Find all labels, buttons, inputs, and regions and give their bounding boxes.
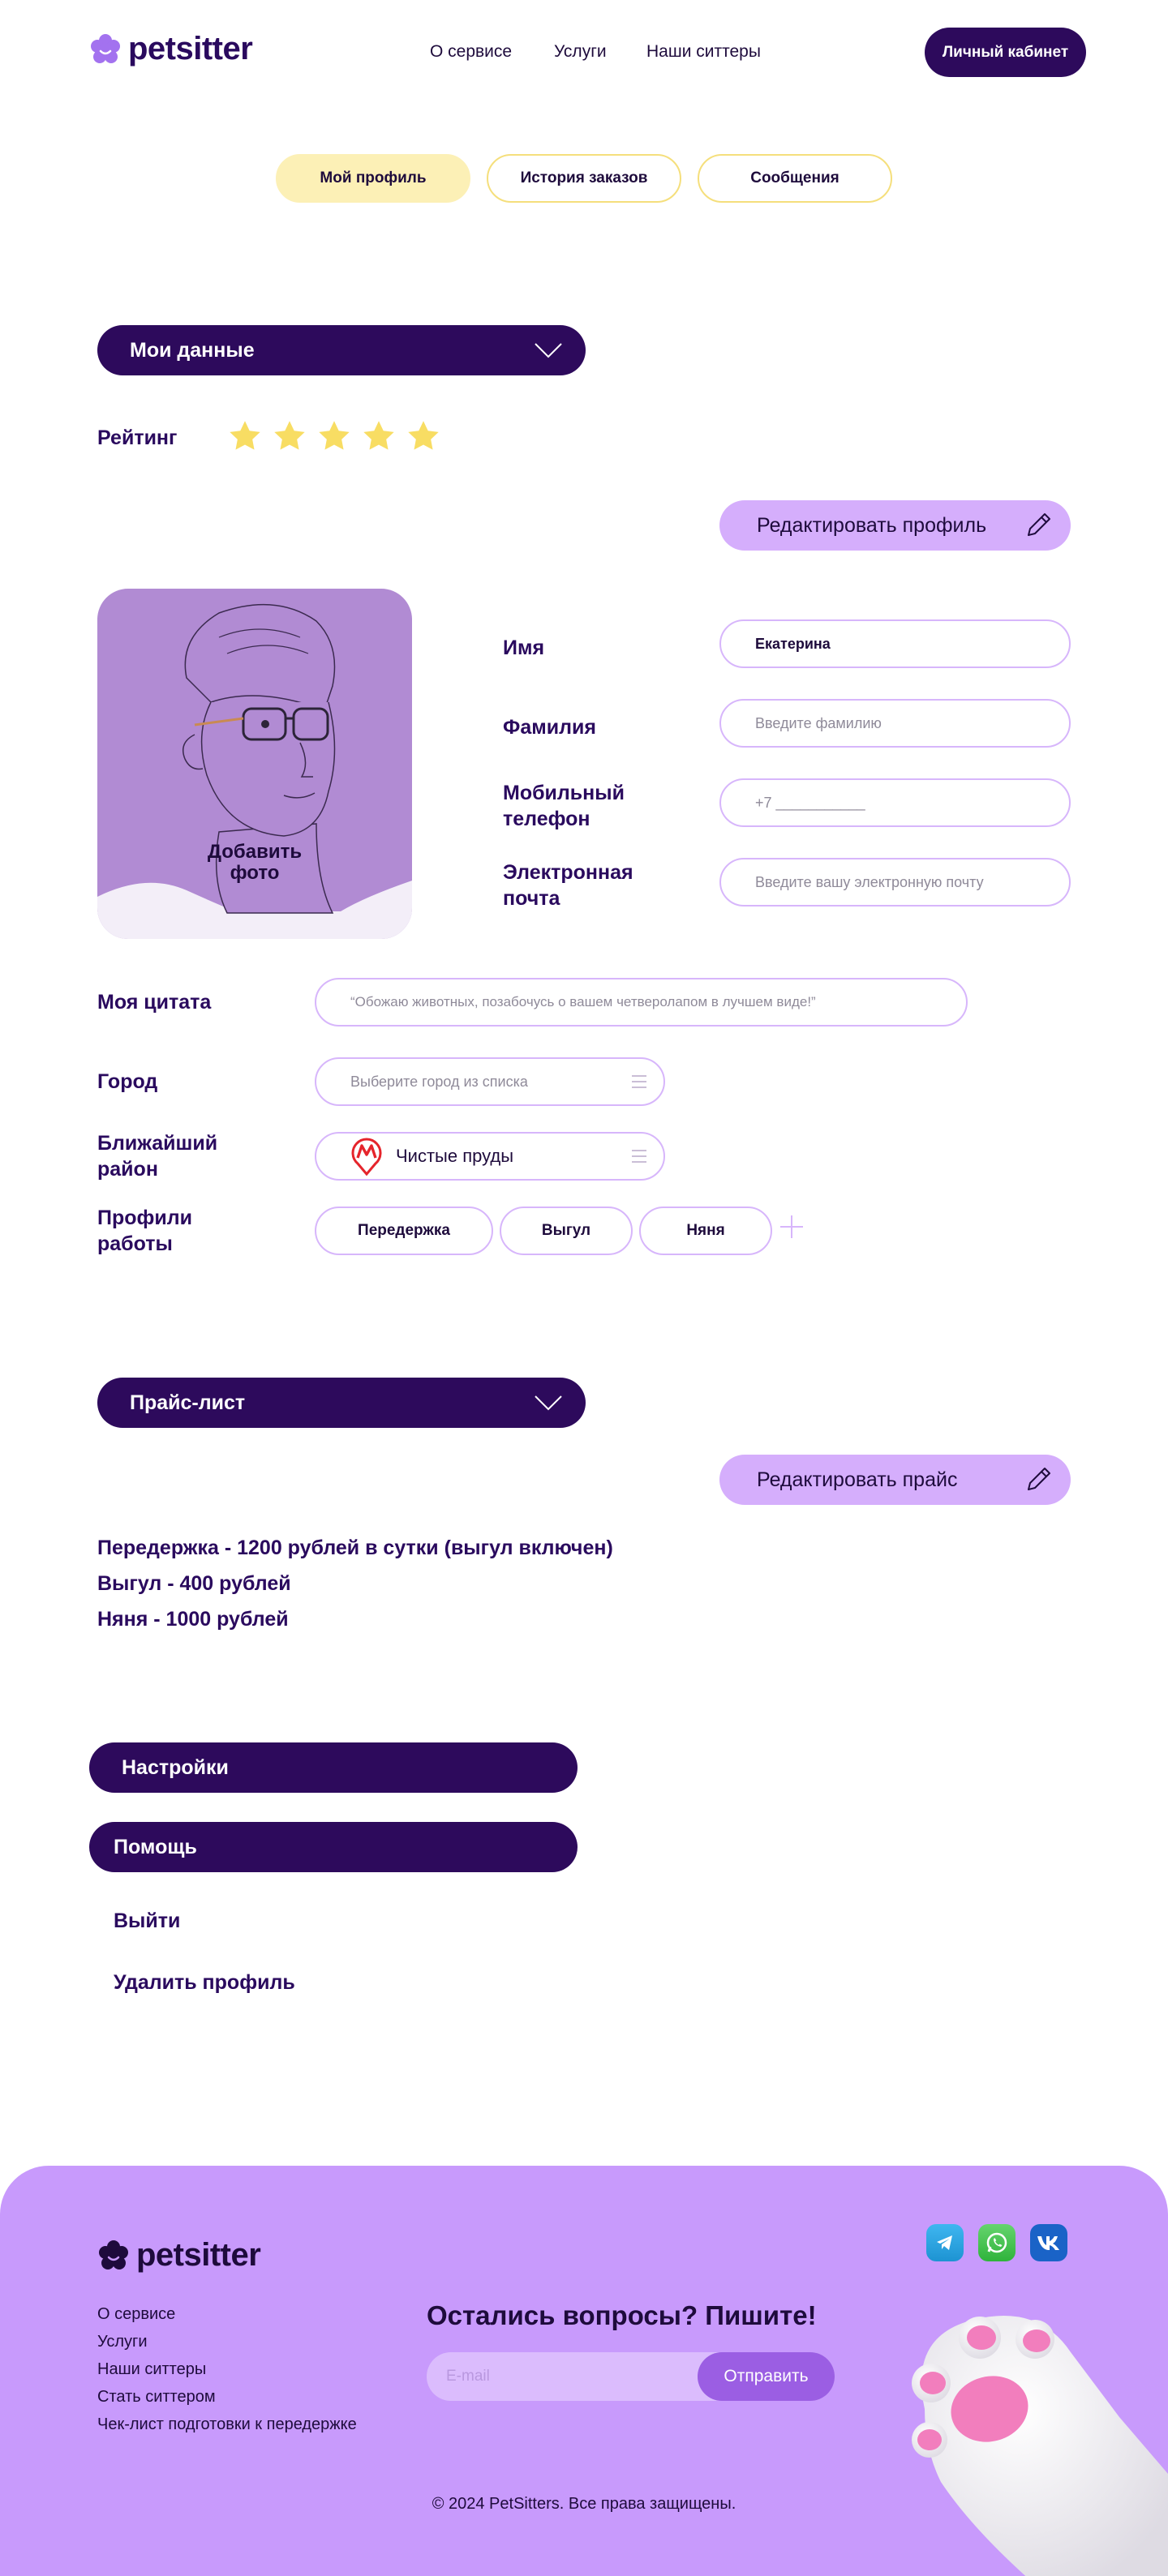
telegram-icon[interactable] [926,2224,964,2261]
avatar-photo[interactable]: Добавить фото [97,589,412,939]
footer-cta-title: Остались вопросы? Пишите! [427,2300,817,2330]
work-profile-boarding[interactable]: Передержка [315,1207,493,1255]
footer: petsitter О сервисе Услуги Наши ситтеры … [0,2166,1168,2576]
first-name-label: Имя [503,636,545,659]
quote-label: Моя цитата [97,991,212,1014]
work-profile-walking[interactable]: Выгул [500,1207,633,1255]
last-name-label: Фамилия [503,716,596,739]
footer-logo-text: petsitter [136,2237,261,2273]
pencil-icon [1028,513,1050,536]
tab-my-profile[interactable]: Мой профиль [276,154,470,203]
rating-label: Рейтинг [97,426,178,449]
price-item-walking: Выгул - 400 рублей [97,1572,291,1595]
edit-price-button[interactable]: Редактировать прайс [719,1455,1071,1505]
footer-logo[interactable]: petsitter [97,2237,261,2274]
pencil-icon [1028,1468,1050,1490]
city-label: Город [97,1070,158,1093]
last-name-field[interactable]: Введите фамилию [719,699,1071,748]
nav-about[interactable]: О сервисе [430,42,512,62]
whatsapp-icon[interactable] [978,2224,1016,2261]
tab-messages[interactable]: Сообщения [698,154,892,203]
edit-price-label: Редактировать прайс [757,1468,958,1491]
email-field[interactable]: Введите вашу электронную почту [719,858,1071,907]
district-select[interactable]: Чистые пруды [315,1132,665,1181]
city-select[interactable]: Выберите город из списка [315,1057,665,1106]
logo-flower-icon [99,2240,128,2270]
price-item-nanny: Няня - 1000 рублей [97,1608,289,1631]
logo-text: petsitter [128,31,253,66]
phone-field[interactable]: +7 ___________ [719,778,1071,827]
work-profile-nanny[interactable]: Няня [639,1207,772,1255]
paw-illustration [912,2316,1168,2576]
vk-icon[interactable] [1030,2224,1067,2261]
work-profiles-label: Профили работы [97,1207,193,1255]
edit-profile-label: Редактировать профиль [757,513,987,537]
star-icon [319,421,350,450]
footer-send-button[interactable]: Отправить [698,2352,835,2401]
footer-link-about[interactable]: О сервисе [97,2305,175,2324]
star-icon [274,421,305,450]
email-label: Электронная почта [503,861,633,910]
chevron-down-icon [535,343,562,358]
header-logo[interactable]: petsitter [89,31,253,67]
first-name-field[interactable]: Екатерина [719,619,1071,668]
price-list-section-header[interactable]: Прайс-лист [97,1378,586,1428]
tab-order-history[interactable]: История заказов [487,154,681,203]
city-placeholder: Выберите город из списка [350,1073,528,1090]
rating-stars [227,418,441,454]
price-list-title: Прайс-лист [130,1391,246,1414]
add-photo-label[interactable]: Добавить фото [97,842,412,884]
avatar-illustration [97,603,412,939]
footer-link-checklist[interactable]: Чек-лист подготовки к передержке [97,2415,357,2434]
edit-profile-button[interactable]: Редактировать профиль [719,500,1071,551]
star-icon [230,421,260,450]
metro-icon [351,1138,382,1176]
footer-copyright: © 2024 PetSitters. Все права защищены. [432,2495,736,2513]
district-label: Ближайший район [97,1132,218,1181]
add-profile-plus-icon[interactable] [779,1214,805,1240]
email-placeholder: E-mail [446,2368,490,2385]
my-data-title: Мои данные [130,338,255,362]
help-section-header[interactable]: Помощь [89,1822,578,1872]
menu-lines-icon [632,1150,646,1163]
menu-lines-icon [632,1075,646,1088]
delete-profile-link[interactable]: Удалить профиль [114,1971,295,1995]
star-icon [363,421,394,450]
settings-section-header[interactable]: Настройки [89,1742,578,1793]
phone-label: Мобильный телефон [503,782,625,830]
district-value: Чистые пруды [396,1146,514,1166]
cabinet-button[interactable]: Личный кабинет [925,28,1086,77]
quote-field[interactable]: “Обожаю животных, позабочусь о вашем чет… [315,978,968,1027]
star-icon [408,421,439,450]
logo-flower-icon [91,33,120,63]
price-item-boarding: Передержка - 1200 рублей в сутки (выгул … [97,1537,613,1559]
footer-link-sitters[interactable]: Наши ситтеры [97,2360,206,2379]
nav-sitters[interactable]: Наши ситтеры [646,42,761,62]
logout-link[interactable]: Выйти [114,1909,180,1933]
footer-link-become-sitter[interactable]: Стать ситтером [97,2388,216,2407]
chevron-down-icon [535,1395,562,1411]
nav-services[interactable]: Услуги [554,42,607,62]
my-data-section-header[interactable]: Мои данные [97,325,586,375]
footer-link-services[interactable]: Услуги [97,2333,148,2351]
